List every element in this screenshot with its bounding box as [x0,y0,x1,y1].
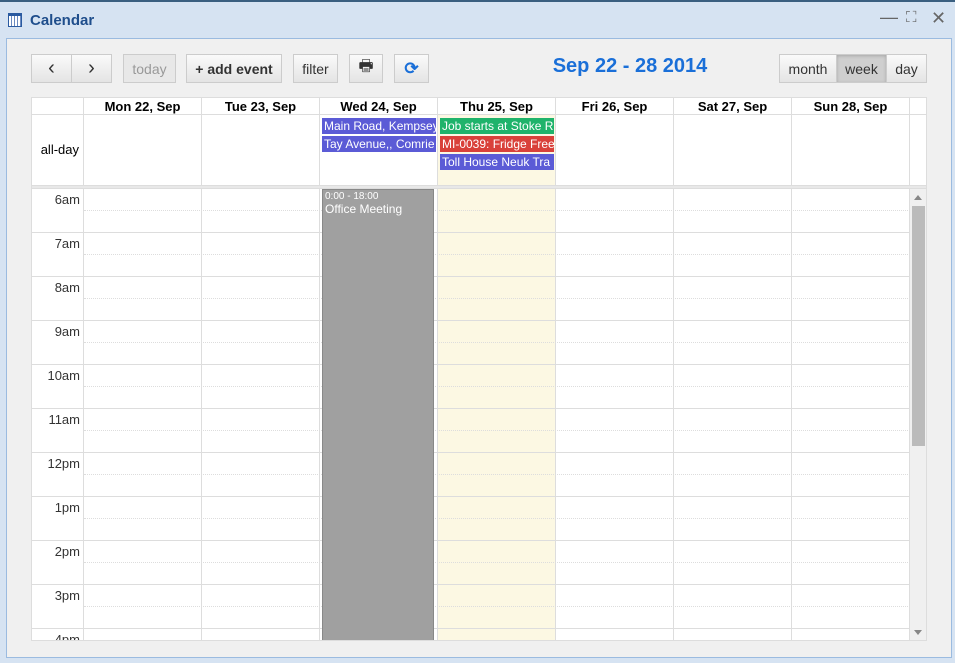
day-header: Fri 26, Sep [556,98,674,115]
allday-cell[interactable] [674,115,792,185]
view-week-button[interactable]: week [836,54,887,83]
day-column [438,189,556,640]
day-header: Tue 23, Sep [202,98,320,115]
day-header: Sun 28, Sep [792,98,910,115]
allday-event[interactable]: Tay Avenue,, Comrie [322,136,436,152]
event-time: 0:00 - 18:00 [325,191,379,202]
date-range-title: Sep 22 - 28 2014 [552,55,708,77]
scrollbar[interactable] [910,189,926,640]
allday-cell[interactable] [202,115,320,185]
refresh-icon: ⟳ [404,58,419,78]
view-day-button[interactable]: day [886,54,927,83]
allday-event[interactable]: Toll House Neuk Tra [440,154,554,170]
window-title: Calendar [30,12,95,29]
day-header: Mon 22, Sep [84,98,202,115]
scroll-up-icon[interactable] [914,195,922,200]
calendar-icon [8,13,22,27]
allday-event[interactable]: MI-0039: Fridge Freezer [440,136,554,152]
printer-icon: 🖶 [358,58,374,75]
day-header: Thu 25, Sep [438,98,556,115]
add-event-button[interactable]: + add event [186,54,282,83]
print-button[interactable]: 🖶 [349,54,383,83]
allday-cell[interactable] [792,115,910,185]
maximize-icon[interactable]: ⛶ [906,9,917,26]
prev-button[interactable]: ‹ [31,54,72,83]
minimize-icon[interactable]: — [880,7,898,28]
day-header: Sat 27, Sep [674,98,792,115]
today-button[interactable]: today [123,54,176,83]
scrollbar-thumb[interactable] [912,206,925,446]
event-title: Office Meeting [325,202,403,216]
day-column [556,189,674,640]
allday-cell[interactable] [556,115,674,185]
day-column [202,189,320,640]
scroll-down-icon[interactable] [914,630,922,635]
allday-event[interactable]: Job starts at Stoke R [440,118,554,134]
close-icon[interactable]: ✕ [931,8,946,29]
allday-label: all-day [32,115,84,185]
allday-cell[interactable] [84,115,202,185]
day-header: Wed 24, Sep [320,98,438,115]
timed-event[interactable]: 0:00 - 18:00 Office Meeting [322,189,434,640]
header-spacer [910,98,926,115]
week-grid: all-day 6am 7am 8am 9am 10am 11am 12pm 1pm 2pm 3p… [31,97,927,641]
view-month-button[interactable]: month [779,54,837,83]
filter-button[interactable]: filter [293,54,338,83]
day-column [32,189,84,640]
refresh-button[interactable]: ⟳ [394,54,429,83]
day-column [792,189,910,640]
time-header [32,98,84,115]
title-bar: Calendar — ⛶ ✕ [0,0,955,38]
day-column [84,189,202,640]
allday-event[interactable]: Main Road, Kempsey [322,118,436,134]
day-column [674,189,792,640]
next-button[interactable]: › [71,54,112,83]
time-grid: 6am 7am 8am 9am 10am 11am 12pm 1pm 2pm 3pm 4pm 0:00… [32,189,910,640]
